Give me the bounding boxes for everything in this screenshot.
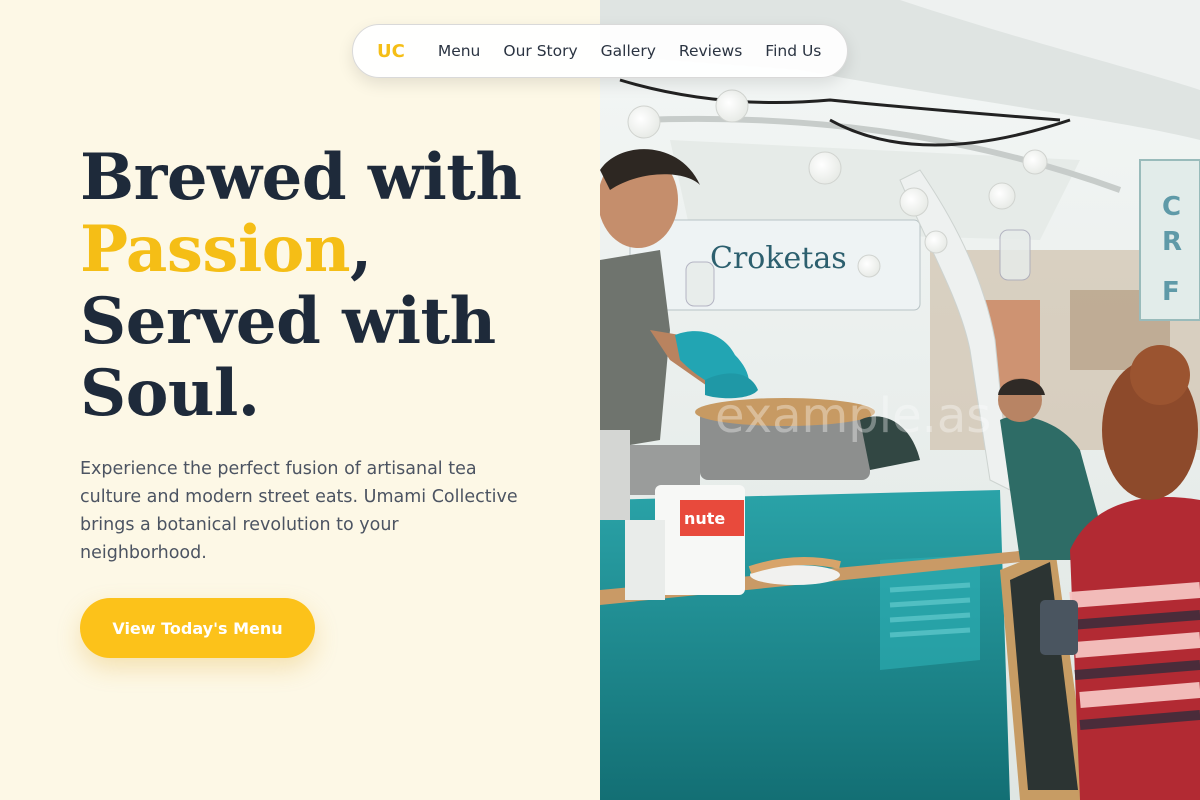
headline-line-4: Soul. [80, 356, 260, 431]
nav-link-gallery[interactable]: Gallery [601, 42, 656, 60]
svg-text:C: C [1162, 192, 1181, 222]
brand-logo[interactable]: UC [377, 41, 405, 62]
food-truck-photo: C R F Croketas nute example.as [600, 0, 1200, 800]
hero-description: Experience the perfect fusion of artisan… [80, 459, 518, 563]
hero-headline: Brewed with Passion, Served with Soul. [80, 142, 580, 430]
headline-line-3: Served with [80, 284, 496, 359]
headline-comma: , [349, 212, 372, 287]
svg-text:R: R [1162, 227, 1182, 257]
hero-photo: C R F Croketas nute example.as [600, 0, 1200, 800]
tub-label: nute [684, 509, 725, 528]
sign-text: Croketas [710, 241, 847, 276]
headline-line-1: Brewed with [80, 140, 522, 215]
nav-link-reviews[interactable]: Reviews [679, 42, 742, 60]
nav-link-find-us[interactable]: Find Us [765, 42, 821, 60]
watermark-text: example.as [715, 388, 991, 444]
headline-accent-word: Passion [80, 212, 350, 287]
top-nav: UC Menu Our Story Gallery Reviews Find U… [352, 24, 848, 78]
nav-link-menu[interactable]: Menu [438, 42, 481, 60]
svg-text:F: F [1162, 277, 1180, 307]
nav-link-our-story[interactable]: Our Story [503, 42, 577, 60]
view-menu-button[interactable]: View Today's Menu [80, 598, 315, 658]
